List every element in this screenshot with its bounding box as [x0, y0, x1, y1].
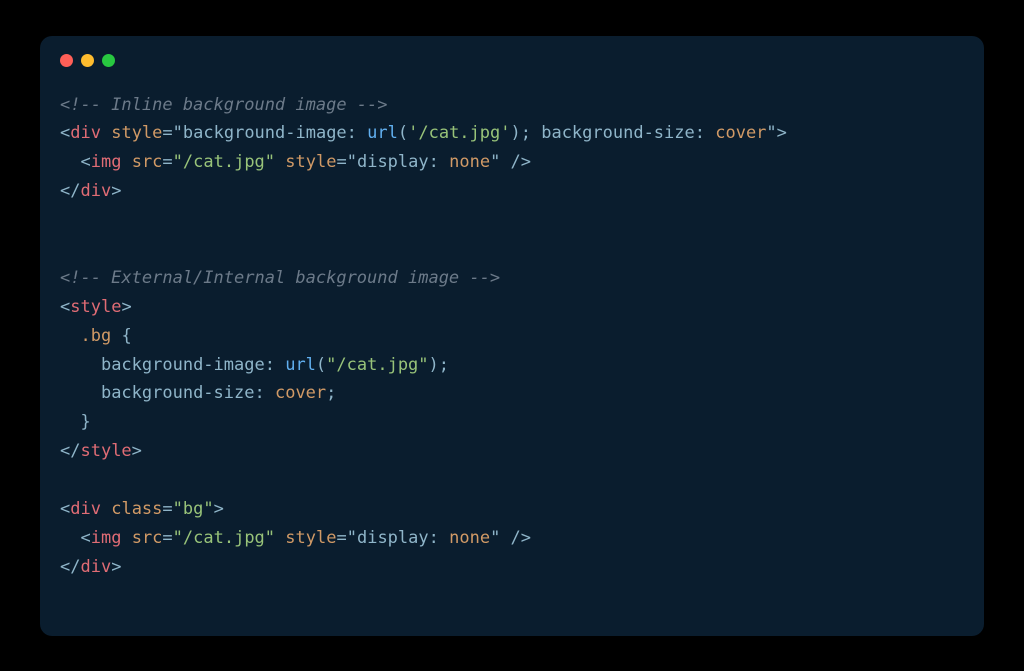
code-token: = [336, 528, 346, 548]
code-token: > [121, 297, 131, 317]
code-token: ( [398, 123, 408, 143]
code-token: " [347, 152, 357, 172]
maximize-icon[interactable] [102, 54, 115, 67]
code-token: "/cat.jpg" [173, 528, 275, 548]
code-token: src [132, 528, 163, 548]
code-token: none [449, 528, 490, 548]
code-token: div [70, 499, 101, 519]
code-token [111, 326, 121, 346]
code-token: > [132, 441, 142, 461]
code-token: > [214, 499, 224, 519]
code-token: background-image [101, 355, 265, 375]
code-comment: <!-- External/Internal background image … [60, 268, 500, 288]
code-token: : [429, 528, 449, 548]
close-icon[interactable] [60, 54, 73, 67]
code-token: url [285, 355, 316, 375]
minimize-icon[interactable] [81, 54, 94, 67]
code-token: ( [316, 355, 326, 375]
code-token: } [80, 412, 90, 432]
code-token: style [111, 123, 162, 143]
code-token: div [80, 181, 111, 201]
code-token: cover [715, 123, 766, 143]
code-token: " [490, 528, 500, 548]
code-token: ; [326, 383, 336, 403]
code-token: = [336, 152, 346, 172]
code-block: <!-- Inline background image --> <div st… [40, 75, 984, 602]
code-token: </ [60, 181, 80, 201]
code-token: display [357, 528, 429, 548]
code-token: = [162, 152, 172, 172]
code-token: > [777, 123, 787, 143]
code-token: background-size [101, 383, 255, 403]
code-token: " [490, 152, 500, 172]
window-titlebar [40, 36, 984, 75]
code-token: > [111, 557, 121, 577]
code-token: cover [275, 383, 326, 403]
code-token: style [285, 528, 336, 548]
code-token: div [80, 557, 111, 577]
code-token: </ [60, 557, 80, 577]
code-token: img [91, 152, 122, 172]
code-token [60, 383, 101, 403]
code-token [60, 152, 80, 172]
code-token: " [766, 123, 776, 143]
code-token: : [265, 355, 285, 375]
code-token: "/cat.jpg" [173, 152, 275, 172]
code-token: : [347, 123, 367, 143]
code-token: ) [510, 123, 520, 143]
code-token: = [162, 499, 172, 519]
code-token [60, 412, 80, 432]
code-token: .bg [80, 326, 111, 346]
code-token: < [60, 499, 70, 519]
code-token: none [449, 152, 490, 172]
code-token [60, 528, 80, 548]
code-token [101, 123, 111, 143]
code-token [101, 499, 111, 519]
code-token: background-size [541, 123, 695, 143]
code-token: display [357, 152, 429, 172]
code-token: style [285, 152, 336, 172]
code-token: = [162, 123, 172, 143]
code-token: ; [439, 355, 449, 375]
code-token: class [111, 499, 162, 519]
code-token: /> [500, 152, 531, 172]
code-token: background-image [183, 123, 347, 143]
code-token [275, 152, 285, 172]
code-token: "bg" [173, 499, 214, 519]
code-token: : [254, 383, 274, 403]
code-token: "/cat.jpg" [326, 355, 428, 375]
code-token: img [91, 528, 122, 548]
code-token: > [111, 181, 121, 201]
code-token: '/cat.jpg' [408, 123, 510, 143]
code-token: style [70, 297, 121, 317]
code-window: <!-- Inline background image --> <div st… [40, 36, 984, 636]
code-token: </ [60, 441, 80, 461]
code-token: < [60, 123, 70, 143]
code-token: src [132, 152, 163, 172]
code-token: : [429, 152, 449, 172]
code-token [275, 528, 285, 548]
code-token [121, 528, 131, 548]
code-token: " [347, 528, 357, 548]
code-token: : [695, 123, 715, 143]
code-token [121, 152, 131, 172]
code-token: { [121, 326, 131, 346]
code-token: = [162, 528, 172, 548]
code-token: < [80, 152, 90, 172]
code-token: /> [500, 528, 531, 548]
code-comment: <!-- Inline background image --> [60, 95, 388, 115]
code-token: < [80, 528, 90, 548]
code-token: < [60, 297, 70, 317]
code-token: " [173, 123, 183, 143]
code-token: ) [429, 355, 439, 375]
code-token: ; [521, 123, 541, 143]
code-token [60, 355, 101, 375]
code-token: url [367, 123, 398, 143]
code-token [60, 326, 80, 346]
code-token: style [80, 441, 131, 461]
code-token: div [70, 123, 101, 143]
